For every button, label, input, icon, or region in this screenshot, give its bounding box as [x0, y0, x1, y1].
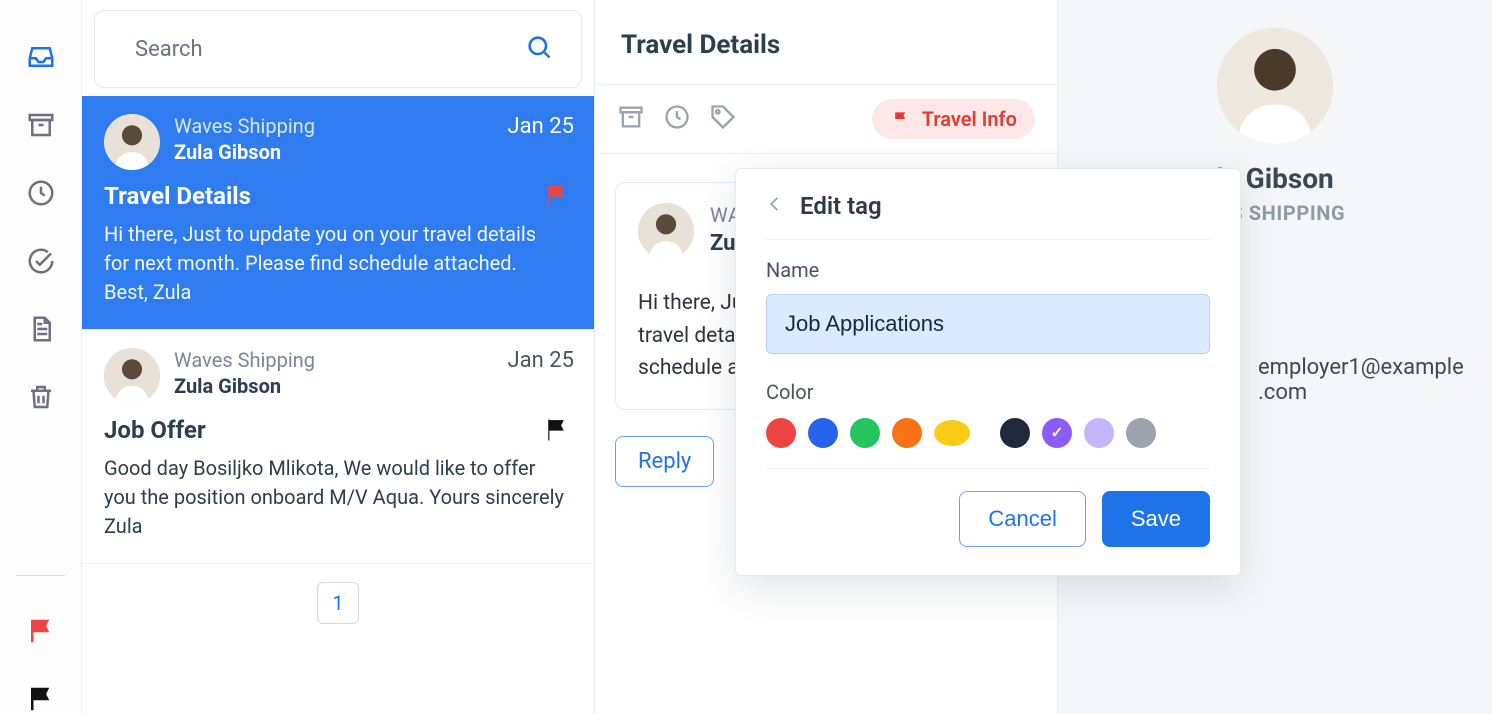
message-subject: Travel Details: [104, 182, 251, 210]
message-list-column: Search Waves Shipping Zula Gibson Jan 25…: [82, 0, 594, 714]
tag-name-input[interactable]: [766, 294, 1210, 354]
message-toolbar: Travel Info: [595, 85, 1057, 154]
message-preview: Hi there, Just to update you on your tra…: [104, 220, 564, 307]
message-person: Zula Gibson: [174, 374, 494, 398]
contact-avatar: [1217, 28, 1333, 144]
cancel-button[interactable]: Cancel: [959, 491, 1085, 547]
color-swatches: [766, 418, 1210, 469]
color-swatch[interactable]: [1000, 418, 1030, 448]
tag-pill-label: Travel Info: [922, 107, 1017, 131]
message-subject: Job Offer: [104, 416, 206, 444]
color-swatch[interactable]: [934, 420, 970, 446]
document-icon[interactable]: [26, 314, 56, 344]
message-preview: Good day Bosiljko Mlikota, We would like…: [104, 454, 564, 541]
flag-icon[interactable]: [540, 182, 574, 210]
tag-icon[interactable]: [709, 103, 737, 135]
avatar: [104, 348, 160, 404]
search-input[interactable]: Search: [94, 10, 582, 88]
archive-icon[interactable]: [26, 110, 56, 140]
flag-black-icon[interactable]: [26, 684, 56, 714]
pager: 1: [82, 564, 594, 624]
search-icon: [525, 33, 553, 65]
flag-icon[interactable]: [540, 416, 574, 444]
color-swatch[interactable]: [1042, 418, 1072, 448]
color-swatch[interactable]: [1084, 418, 1114, 448]
popover-title: Edit tag: [800, 192, 882, 220]
sender-avatar: [638, 203, 694, 259]
color-swatch[interactable]: [808, 418, 838, 448]
message-org: Waves Shipping: [174, 348, 494, 372]
message-person: Zula Gibson: [174, 140, 494, 164]
color-swatch[interactable]: [850, 418, 880, 448]
archive-icon[interactable]: [617, 103, 645, 135]
trash-icon[interactable]: [26, 382, 56, 412]
search-placeholder: Search: [135, 37, 203, 62]
inbox-icon[interactable]: [26, 42, 56, 72]
check-circle-icon[interactable]: [26, 246, 56, 276]
flag-red-icon[interactable]: [26, 616, 56, 646]
message-title: Travel Details: [595, 0, 1057, 85]
avatar: [104, 114, 160, 170]
nav-rail: [0, 0, 82, 714]
message-date: Jan 25: [508, 348, 574, 373]
contact-email: employer1@example.com: [1258, 355, 1468, 405]
message-item[interactable]: Waves Shipping Zula Gibson Jan 25 Job Of…: [82, 330, 594, 564]
back-icon[interactable]: [766, 191, 784, 221]
message-org: Waves Shipping: [174, 114, 494, 138]
color-swatch[interactable]: [892, 418, 922, 448]
message-date: Jan 25: [508, 114, 574, 139]
name-label: Name: [766, 258, 1210, 282]
message-item[interactable]: Waves Shipping Zula Gibson Jan 25 Travel…: [82, 96, 594, 330]
color-swatch[interactable]: [766, 418, 796, 448]
color-swatch[interactable]: [1126, 418, 1156, 448]
page-number[interactable]: 1: [317, 582, 358, 624]
clock-icon[interactable]: [26, 178, 56, 208]
tag-pill[interactable]: Travel Info: [872, 99, 1035, 139]
color-label: Color: [766, 380, 1210, 404]
save-button[interactable]: Save: [1102, 491, 1210, 547]
snooze-icon[interactable]: [663, 103, 691, 135]
reply-button[interactable]: Reply: [615, 436, 714, 487]
edit-tag-popover: Edit tag Name Color Cancel Save: [735, 168, 1241, 576]
